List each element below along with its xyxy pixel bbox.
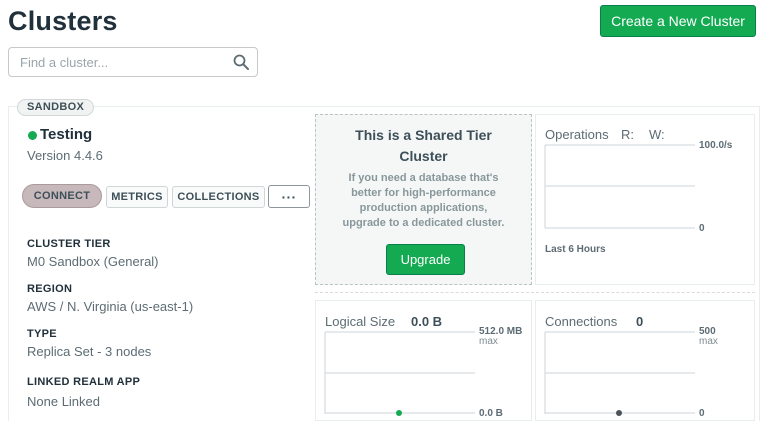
type-value: Replica Set - 3 nodes — [27, 344, 152, 359]
shared-tier-description: If you need a database that's better for… — [342, 172, 505, 229]
search-icon[interactable] — [233, 54, 249, 70]
type-label: TYPE — [27, 328, 57, 340]
operations-max-label: 100.0/s — [699, 140, 733, 151]
connections-min-label: 0 — [699, 408, 705, 419]
operations-read-label: R: — [621, 127, 634, 142]
cluster-name[interactable]: Testing — [40, 126, 92, 143]
shared-tier-title: This is a Shared Tier Cluster — [355, 127, 492, 164]
connections-value: 0 — [636, 314, 644, 329]
operations-period: Last 6 Hours — [545, 244, 606, 255]
panel-divider — [315, 292, 755, 294]
operations-write-label: W: — [649, 127, 665, 142]
region-value: AWS / N. Virginia (us-east-1) — [27, 299, 194, 314]
create-cluster-button[interactable]: Create a New Cluster — [600, 5, 756, 37]
region-label: REGION — [27, 283, 73, 295]
shared-tier-panel: This is a Shared Tier Cluster If you nee… — [315, 114, 532, 285]
search-box — [8, 47, 258, 77]
logical-size-title: Logical Size — [325, 314, 396, 329]
operations-panel[interactable]: Operations R: W: 100.0/s 0 Last 6 Hours — [535, 114, 755, 285]
collections-button[interactable]: COLLECTIONS — [172, 186, 265, 208]
connections-panel[interactable]: Connections 0 500 max 0 — [535, 300, 755, 421]
operations-title: Operations — [545, 127, 609, 142]
connections-max-sub: max — [699, 336, 718, 347]
linked-realm-label: LINKED REALM APP — [27, 376, 141, 388]
logical-size-value: 0.0 B — [411, 314, 443, 329]
linked-realm-value: None Linked — [27, 394, 100, 409]
logical-size-min-label: 0.0 B — [479, 408, 503, 419]
logical-size-max-sub: max — [479, 336, 498, 347]
operations-min-label: 0 — [699, 223, 705, 234]
status-dot — [28, 131, 37, 140]
connect-button[interactable]: CONNECT — [22, 184, 102, 208]
sandbox-badge: SANDBOX — [17, 99, 95, 116]
more-options-button[interactable]: ··· — [268, 185, 310, 208]
cluster-version: Version 4.4.6 — [27, 148, 103, 163]
page-title: Clusters — [8, 6, 118, 36]
metrics-button[interactable]: METRICS — [106, 186, 168, 208]
search-input[interactable] — [9, 48, 229, 76]
logical-size-panel[interactable]: Logical Size 0.0 B 512.0 MB max 0.0 B — [315, 300, 532, 421]
upgrade-button[interactable]: Upgrade — [386, 244, 465, 275]
cluster-tier-label: CLUSTER TIER — [27, 238, 111, 250]
cluster-tier-value: M0 Sandbox (General) — [27, 254, 159, 269]
connections-title: Connections — [545, 314, 618, 329]
